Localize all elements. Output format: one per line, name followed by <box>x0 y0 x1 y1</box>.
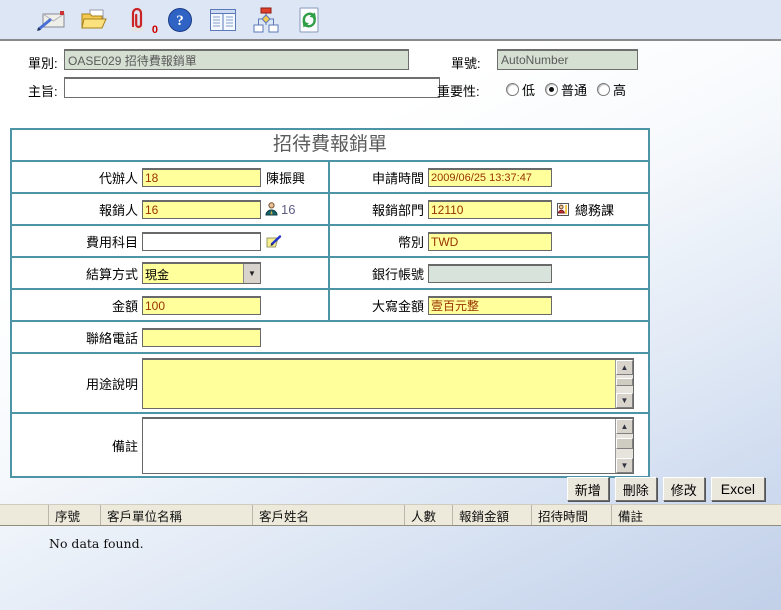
currency-label: 幣別 <box>330 232 428 251</box>
scroll-up-icon[interactable]: ▲ <box>616 419 633 434</box>
expense-category-input[interactable] <box>142 232 261 251</box>
header-cell-remarks: 備註 <box>611 505 781 525</box>
department-label: 報銷部門 <box>330 200 428 219</box>
row-purpose: 用途說明 ▲ ▼ <box>12 354 648 414</box>
claimant-label: 報銷人 <box>12 200 142 219</box>
amount-label: 金額 <box>12 296 142 315</box>
amount-in-words-label: 大寫金額 <box>330 296 428 315</box>
doc-number-label: 單號: <box>451 53 481 72</box>
importance-label: 重要性: <box>437 81 480 100</box>
refresh-icon[interactable] <box>294 5 324 35</box>
scroll-up-icon[interactable]: ▲ <box>616 360 633 375</box>
form-list-icon[interactable] <box>208 5 238 35</box>
agent-label: 代辦人 <box>12 168 142 187</box>
claimant-input[interactable] <box>142 200 261 219</box>
remarks-label: 備註 <box>12 436 142 455</box>
contact-phone-label: 聯絡電話 <box>12 328 142 347</box>
currency-input[interactable] <box>428 232 552 251</box>
svg-text:?: ? <box>176 13 184 29</box>
apply-time-label: 申請時間 <box>330 168 428 187</box>
importance-radio-high[interactable]: 高 <box>597 80 626 99</box>
header-cell-customer-unit: 客戶單位名稱 <box>100 505 252 525</box>
form-title: 招待費報銷單 <box>12 130 648 162</box>
row-claimant: 報銷人 16 報銷部門 <box>12 194 648 226</box>
scroll-thumb[interactable] <box>616 438 633 449</box>
excel-button[interactable]: Excel <box>711 477 765 501</box>
action-buttons: 新增 刪除 修改 Excel <box>567 477 765 501</box>
department-lookup-icon[interactable] <box>556 202 570 217</box>
detail-table-header: 序號 客戶單位名稱 客戶姓名 人數 報銷金額 招待時間 備註 <box>0 504 781 526</box>
claimant-id-text: 16 <box>281 202 295 217</box>
subject-input[interactable] <box>64 77 440 98</box>
radio-label: 低 <box>522 80 535 99</box>
settlement-method-select[interactable]: 現金 ▼ <box>142 262 261 284</box>
settlement-method-label: 結算方式 <box>12 264 142 283</box>
attachment-icon[interactable]: 0 <box>122 5 152 35</box>
purpose-textarea[interactable] <box>143 360 615 408</box>
header-cell-seq: 序號 <box>48 505 100 525</box>
bank-account-input[interactable] <box>428 264 552 283</box>
radio-circle[interactable] <box>506 83 519 96</box>
person-lookup-icon[interactable] <box>265 202 278 216</box>
header-cell-customer-name: 客戶姓名 <box>252 505 404 525</box>
row-contact-phone: 聯絡電話 <box>12 322 648 354</box>
importance-radios: 低 普通 高 <box>506 80 626 99</box>
subject-label: 主旨: <box>28 81 58 100</box>
settlement-method-value: 現金 <box>143 264 243 283</box>
toolbar: 0 ? <box>0 0 781 41</box>
amount-input[interactable] <box>142 296 261 315</box>
importance-radio-normal[interactable]: 普通 <box>545 80 587 99</box>
purpose-label: 用途說明 <box>12 374 142 393</box>
open-folder-icon[interactable] <box>79 5 109 35</box>
purpose-scrollbar[interactable]: ▲ ▼ <box>615 360 633 408</box>
radio-circle[interactable] <box>597 83 610 96</box>
header-cell-empty <box>0 505 48 525</box>
modify-button[interactable]: 修改 <box>663 477 705 501</box>
no-data-text: No data found. <box>49 536 144 551</box>
department-name-text: 總務課 <box>575 200 614 219</box>
add-button[interactable]: 新增 <box>567 477 609 501</box>
row-amount: 金額 大寫金額 <box>12 290 648 322</box>
expense-category-label: 費用科目 <box>12 232 142 251</box>
help-icon[interactable]: ? <box>165 5 195 35</box>
contact-phone-input[interactable] <box>142 328 261 347</box>
purpose-field: ▲ ▼ <box>142 358 634 409</box>
expense-note-icon[interactable] <box>265 234 282 249</box>
delete-button[interactable]: 刪除 <box>615 477 657 501</box>
header-cell-time: 招待時間 <box>531 505 611 525</box>
doc-type-field[interactable] <box>64 49 409 70</box>
header-cell-amount: 報銷金額 <box>452 505 531 525</box>
bank-account-label: 銀行帳號 <box>330 264 428 283</box>
remarks-field: ▲ ▼ <box>142 417 634 474</box>
scroll-thumb[interactable] <box>616 378 633 386</box>
scroll-down-icon[interactable]: ▼ <box>616 393 633 408</box>
remarks-scrollbar[interactable]: ▲ ▼ <box>615 419 633 473</box>
row-agent: 代辦人 陳振興 申請時間 <box>12 162 648 194</box>
send-mail-icon[interactable] <box>36 5 66 35</box>
workflow-icon[interactable] <box>251 5 281 35</box>
row-settlement: 結算方式 現金 ▼ 銀行帳號 <box>12 258 648 290</box>
row-expense-category: 費用科目 幣別 <box>12 226 648 258</box>
radio-label: 普通 <box>561 80 587 99</box>
agent-input[interactable] <box>142 168 261 187</box>
row-remarks: 備註 ▲ ▼ <box>12 414 648 476</box>
department-input[interactable] <box>428 200 552 219</box>
header-cell-people-count: 人數 <box>404 505 452 525</box>
scroll-down-icon[interactable]: ▼ <box>616 458 633 473</box>
main-form-panel: 招待費報銷單 代辦人 陳振興 申請時間 報銷人 <box>10 128 650 478</box>
apply-time-input[interactable] <box>428 168 552 187</box>
doc-number-field[interactable] <box>497 49 638 70</box>
radio-label: 高 <box>613 80 626 99</box>
amount-in-words-input[interactable] <box>428 296 552 315</box>
agent-name-text: 陳振興 <box>266 168 305 187</box>
dropdown-arrow-icon[interactable]: ▼ <box>243 264 260 283</box>
remarks-textarea[interactable] <box>143 419 615 473</box>
importance-radio-low[interactable]: 低 <box>506 80 535 99</box>
doc-type-label: 單別: <box>28 53 58 72</box>
radio-circle[interactable] <box>545 83 558 96</box>
attachment-count: 0 <box>152 24 158 36</box>
